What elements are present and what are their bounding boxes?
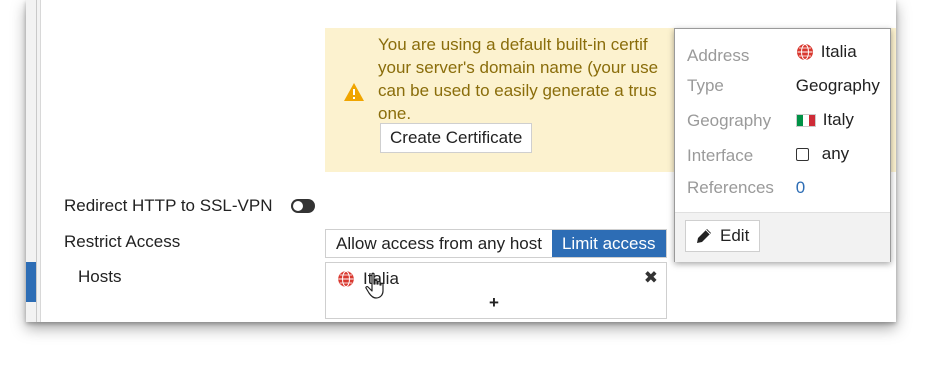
checkbox-icon bbox=[795, 147, 809, 161]
italy-flag-icon bbox=[795, 113, 816, 127]
popup-value: Italia bbox=[796, 41, 857, 63]
redirect-http-toggle[interactable] bbox=[291, 199, 315, 213]
create-certificate-button[interactable]: Create Certificate bbox=[380, 123, 533, 153]
allow-any-host-option[interactable]: Allow access from any host bbox=[326, 230, 552, 257]
popup-row-type: Type Geography bbox=[687, 75, 880, 97]
rail-active-indicator[interactable] bbox=[26, 262, 36, 302]
redirect-http-label: Redirect HTTP to SSL-VPN bbox=[64, 196, 273, 215]
remove-host-icon[interactable]: ✖ bbox=[644, 268, 658, 288]
type-value: Geography bbox=[795, 76, 880, 95]
interface-value: any bbox=[821, 144, 850, 163]
popup-key: References bbox=[687, 178, 774, 197]
address-name: Italia bbox=[820, 42, 857, 61]
geography-value: Italy bbox=[822, 110, 854, 129]
limit-access-option[interactable]: Limit access bbox=[551, 230, 666, 257]
hand-pointer-cursor-icon bbox=[365, 272, 384, 299]
popup-value: Italy bbox=[795, 109, 854, 131]
popup-key: Type bbox=[687, 76, 724, 95]
address-details-popup: Address Italia Type Geography Geography bbox=[674, 28, 891, 262]
rail-divider bbox=[36, 0, 37, 322]
popup-row-address: Address Italia bbox=[687, 41, 857, 65]
popup-row-references: References 0 bbox=[687, 177, 805, 199]
add-host-icon[interactable]: + bbox=[489, 293, 499, 313]
edit-button-label: Edit bbox=[720, 226, 750, 245]
pencil-icon bbox=[697, 229, 711, 243]
ssl-vpn-settings-panel: You are using a default built-in certif … bbox=[26, 0, 896, 322]
toggle-knob bbox=[293, 201, 303, 211]
navigation-rail bbox=[26, 0, 41, 322]
popup-footer: Edit bbox=[675, 212, 890, 262]
hosts-label: Hosts bbox=[78, 267, 122, 286]
references-count-link[interactable]: 0 bbox=[796, 177, 805, 199]
edit-address-button[interactable]: Edit bbox=[685, 220, 761, 252]
popup-row-interface: Interface any bbox=[687, 143, 849, 165]
popup-key: Geography bbox=[687, 110, 772, 130]
warning-triangle-icon bbox=[344, 83, 364, 101]
popup-key: Interface bbox=[687, 145, 754, 165]
globe-icon bbox=[337, 270, 355, 288]
globe-icon bbox=[796, 44, 813, 60]
restrict-access-label: Restrict Access bbox=[64, 232, 181, 251]
restrict-access-selector: Allow access from any host Limit access bbox=[325, 229, 667, 258]
popup-key: Address bbox=[687, 46, 750, 65]
popup-value: any bbox=[795, 143, 850, 165]
popup-row-geography: Geography Italy bbox=[687, 109, 854, 131]
